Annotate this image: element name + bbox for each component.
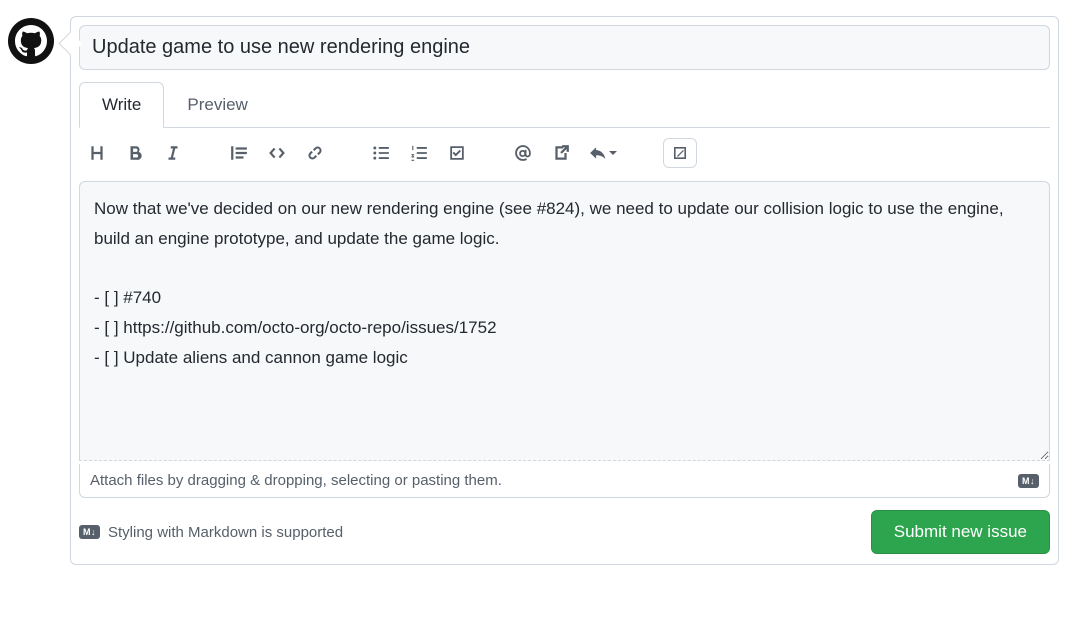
- issue-form: Write Preview: [8, 16, 1059, 565]
- link-icon: [306, 144, 324, 162]
- toolbar-group-misc: [663, 138, 697, 168]
- author-avatar-wrap: [8, 18, 54, 64]
- toolbar-area: [79, 127, 1050, 181]
- submit-new-issue-button[interactable]: Submit new issue: [871, 510, 1050, 554]
- issue-title-input[interactable]: [79, 25, 1050, 70]
- link-button[interactable]: [305, 143, 325, 163]
- quote-icon: [230, 144, 248, 162]
- italic-button[interactable]: [163, 143, 183, 163]
- markdown-badge-icon: M↓: [1018, 474, 1039, 488]
- github-icon: [15, 25, 47, 57]
- saved-replies-button[interactable]: [589, 144, 617, 162]
- mention-button[interactable]: [513, 143, 533, 163]
- form-frame: Write Preview: [70, 16, 1059, 565]
- tab-write[interactable]: Write: [79, 82, 164, 128]
- toolbar-group-list: [371, 143, 467, 163]
- toolbar-group-refs: [513, 143, 617, 163]
- ul-button[interactable]: [371, 143, 391, 163]
- tasklist-button[interactable]: [447, 143, 467, 163]
- caret-down-icon: [609, 149, 617, 157]
- bold-button[interactable]: [125, 143, 145, 163]
- fullscreen-icon: [672, 145, 688, 161]
- heading-icon: [88, 144, 106, 162]
- editor-tabs: Write Preview: [79, 82, 1050, 127]
- fullscreen-button[interactable]: [663, 138, 697, 168]
- ol-button[interactable]: [409, 143, 429, 163]
- tasklist-icon: [448, 144, 466, 162]
- ol-icon: [410, 144, 428, 162]
- tab-preview[interactable]: Preview: [164, 82, 270, 128]
- markdown-hint[interactable]: M↓ Styling with Markdown is supported: [79, 524, 343, 541]
- markdown-hint-text: Styling with Markdown is supported: [108, 524, 343, 541]
- crossref-button[interactable]: [551, 143, 571, 163]
- issue-body-textarea[interactable]: [79, 181, 1050, 461]
- bold-icon: [126, 144, 144, 162]
- attach-hint: Attach files by dragging & dropping, sel…: [90, 472, 502, 489]
- toolbar-group-block: [229, 143, 325, 163]
- reply-icon: [589, 144, 607, 162]
- toolbar-group-text: [87, 143, 183, 163]
- code-icon: [268, 144, 286, 162]
- form-footer: M↓ Styling with Markdown is supported Su…: [79, 510, 1050, 554]
- code-button[interactable]: [267, 143, 287, 163]
- ul-icon: [372, 144, 390, 162]
- crossref-icon: [552, 144, 570, 162]
- author-avatar[interactable]: [8, 18, 54, 64]
- attach-bar[interactable]: Attach files by dragging & dropping, sel…: [79, 464, 1050, 498]
- editor-toolbar: [79, 128, 1050, 180]
- mention-icon: [514, 144, 532, 162]
- heading-button[interactable]: [87, 143, 107, 163]
- italic-icon: [164, 144, 182, 162]
- markdown-badge-icon: M↓: [79, 525, 100, 539]
- quote-button[interactable]: [229, 143, 249, 163]
